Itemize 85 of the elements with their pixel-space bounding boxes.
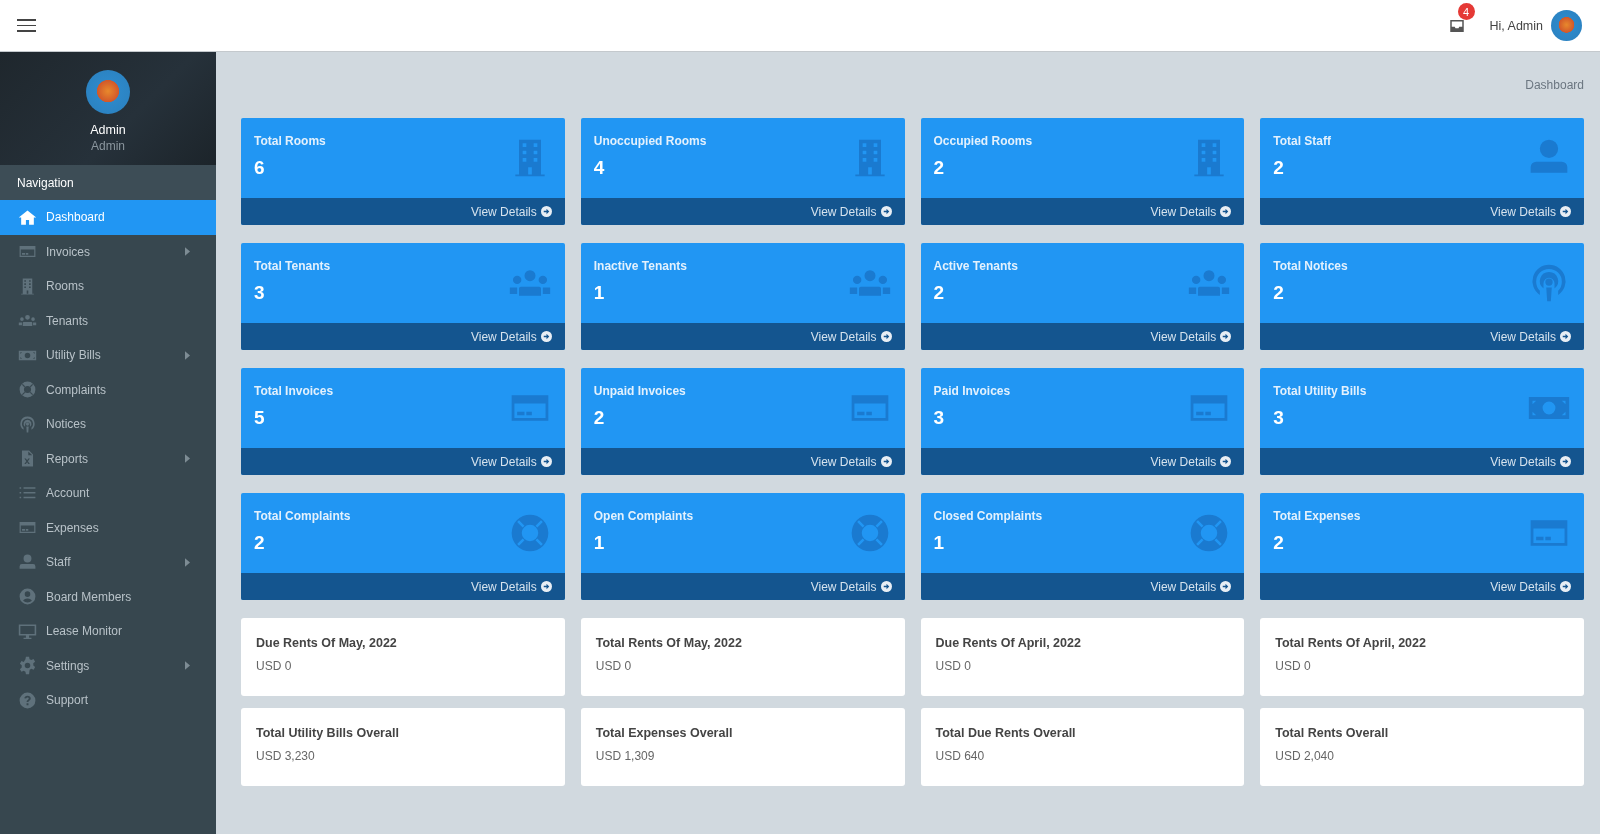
summary-title: Total Utility Bills Overall — [256, 726, 400, 740]
tile-value: 1 — [933, 532, 946, 554]
view-details-link[interactable]: View Details — [470, 204, 552, 219]
summary-amount: USD 0 — [595, 659, 633, 673]
summary-amount: USD 3,230 — [256, 749, 316, 763]
summary-title: Total Expenses Overall — [595, 726, 734, 740]
summary-amount: USD 0 — [256, 659, 293, 673]
sidebar-item[interactable]: Account — [0, 476, 216, 511]
tile-value: 3 — [1273, 407, 1285, 429]
tile-title: Paid Invoices — [933, 384, 1011, 398]
view-details-link[interactable]: View Details — [1490, 329, 1571, 344]
tile-title: Unoccupied Rooms — [593, 134, 707, 148]
tile-value: 3 — [933, 407, 946, 429]
view-details-link[interactable]: View Details — [810, 204, 892, 219]
sidebar-item[interactable]: Tenants — [0, 303, 216, 338]
navigation-heading: Navigation — [0, 165, 216, 200]
tile-title: Inactive Tenants — [593, 259, 687, 273]
tile-value: 1 — [593, 282, 606, 304]
view-details-link[interactable]: View Details — [1490, 454, 1571, 469]
sidebar-item[interactable]: Invoices — [0, 234, 216, 269]
view-details-link[interactable]: View Details — [810, 329, 892, 344]
tile-title: Total Rooms — [254, 134, 326, 148]
summary-title: Due Rents Of May, 2022 — [256, 636, 398, 650]
summary-amount: USD 640 — [935, 749, 986, 763]
sidebar-item[interactable]: Dashboard — [0, 200, 216, 235]
sidebar-item[interactable]: Board Members — [0, 579, 216, 614]
tile-title: Total Utility Bills — [1273, 384, 1367, 398]
view-details-link[interactable]: View Details — [810, 454, 892, 469]
view-details-link[interactable]: View Details — [470, 579, 552, 594]
view-details-link[interactable]: View Details — [1150, 454, 1232, 469]
profile-name: Admin — [90, 123, 126, 137]
tile-title: Total Notices — [1273, 259, 1348, 273]
summary-title: Total Rents Of May, 2022 — [595, 636, 743, 650]
tile-title: Total Staff — [1273, 134, 1332, 148]
tile-title: Active Tenants — [933, 259, 1018, 273]
summary-amount: USD 2,040 — [1275, 749, 1335, 763]
tile-value: 3 — [254, 282, 266, 304]
tile-value: 2 — [933, 282, 946, 304]
sidebar-item[interactable]: Rooms — [0, 269, 216, 304]
view-details-link[interactable]: View Details — [1490, 579, 1571, 594]
tile-value: 2 — [1273, 157, 1285, 179]
sidebar-item[interactable]: Settings — [0, 648, 216, 683]
view-details-link[interactable]: View Details — [1490, 204, 1571, 219]
tile-value: 5 — [254, 407, 266, 429]
tile-title: Total Invoices — [254, 384, 334, 398]
summary-amount: USD 0 — [935, 659, 972, 673]
profile-role: Admin — [91, 139, 125, 153]
sidebar-item[interactable]: Support — [0, 683, 216, 718]
sidebar-item[interactable]: Notices — [0, 407, 216, 442]
tile-title: Occupied Rooms — [933, 134, 1033, 148]
tile-value: 2 — [933, 157, 946, 179]
sidebar-item[interactable]: Lease Monitor — [0, 614, 216, 649]
tile-value: 2 — [1273, 282, 1285, 304]
tile-value: 2 — [593, 407, 606, 429]
summary-title: Due Rents Of April, 2022 — [935, 636, 1082, 650]
view-details-link[interactable]: View Details — [1150, 579, 1232, 594]
tile-title: Total Complaints — [254, 509, 351, 523]
view-details-link[interactable]: View Details — [470, 329, 552, 344]
breadcrumb[interactable]: Dashboard — [1525, 78, 1584, 92]
view-details-link[interactable]: View Details — [810, 579, 892, 594]
summary-amount: USD 0 — [1275, 659, 1312, 673]
tile-value: 4 — [593, 157, 606, 179]
view-details-link[interactable]: View Details — [1150, 329, 1232, 344]
sidebar-item[interactable]: Complaints — [0, 372, 216, 407]
sidebar-item[interactable]: Utility Bills — [0, 338, 216, 373]
summary-title: Total Rents Overall — [1275, 726, 1390, 740]
notification-badge: 4 — [1457, 3, 1475, 20]
tile-value: 2 — [254, 532, 266, 554]
summary-title: Total Rents Of April, 2022 — [1275, 636, 1427, 650]
tile-value: 1 — [593, 532, 606, 554]
tile-title: Unpaid Invoices — [593, 384, 686, 398]
summary-amount: USD 1,309 — [595, 749, 656, 763]
summary-title: Total Due Rents Overall — [935, 726, 1077, 740]
tile-title: Total Expenses — [1273, 509, 1361, 523]
view-details-link[interactable]: View Details — [1150, 204, 1232, 219]
sidebar-item[interactable]: Expenses — [0, 510, 216, 545]
view-details-link[interactable]: View Details — [470, 454, 552, 469]
tile-title: Total Tenants — [254, 259, 331, 273]
tile-title: Closed Complaints — [933, 509, 1043, 523]
sidebar-item[interactable]: Reports — [0, 441, 216, 476]
tile-value: 6 — [254, 157, 266, 179]
sidebar-item[interactable]: Staff — [0, 545, 216, 580]
tile-value: 2 — [1273, 532, 1285, 554]
tile-title: Open Complaints — [593, 509, 694, 523]
greeting-text: Hi, Admin — [1489, 18, 1543, 33]
